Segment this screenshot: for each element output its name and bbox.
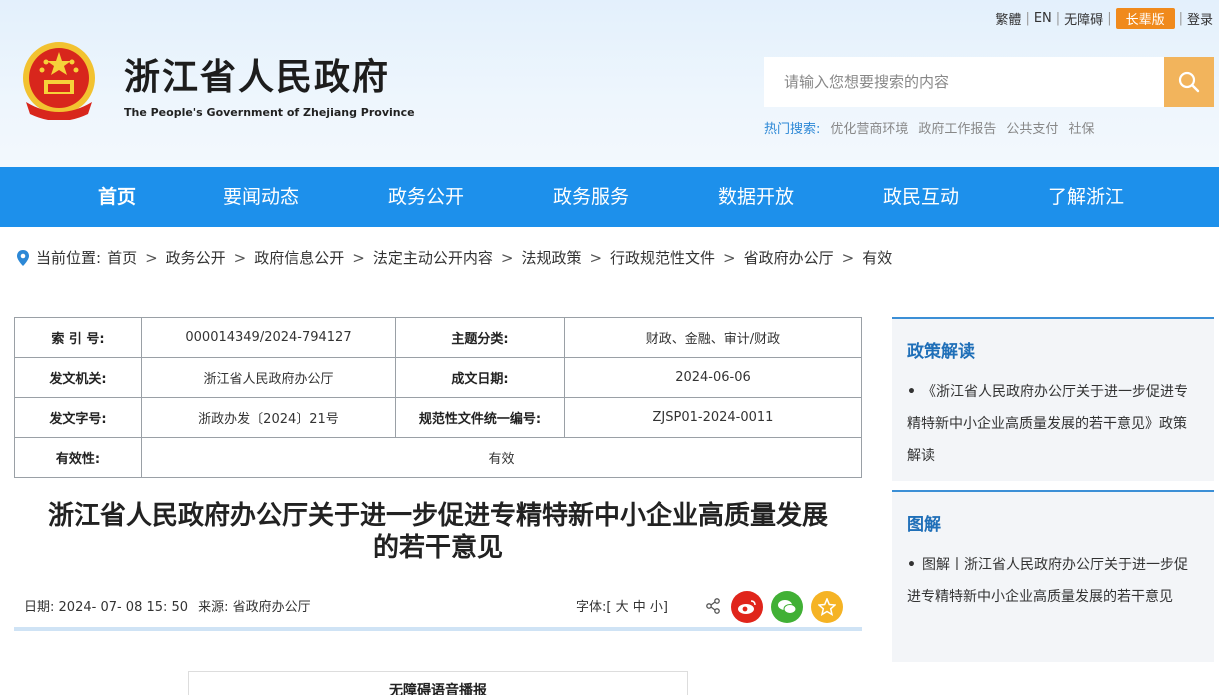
- star-icon: [818, 598, 836, 616]
- nav-item-interaction[interactable]: 政民互动: [883, 167, 959, 227]
- accessibility-link[interactable]: 无障碍: [1064, 9, 1103, 28]
- top-links: 繁體 | EN | 无障碍 | 长辈版 | 登录: [995, 8, 1213, 29]
- docno-value: 浙政办发〔2024〕21号: [141, 397, 396, 438]
- table-row: 有效性: 有效: [14, 437, 862, 478]
- audio-player[interactable]: 无障碍语音播报: [188, 671, 688, 695]
- index-value: 000014349/2024-794127: [141, 317, 396, 358]
- nav-item-home[interactable]: 首页: [98, 167, 136, 227]
- article-divider: [14, 627, 862, 631]
- panel-title: 图解: [907, 515, 941, 535]
- graphic-panel: 图解 • 图解丨浙江省人民政府办公厅关于进一步促进专精特新中小企业高质量发展的若干…: [892, 490, 1214, 662]
- nav-item-about[interactable]: 了解浙江: [1048, 167, 1124, 227]
- hot-search-item[interactable]: 公共支付: [1006, 118, 1058, 137]
- issuer-label: 发文机关:: [14, 357, 142, 398]
- login-link[interactable]: 登录: [1187, 9, 1213, 28]
- policy-interpretation-panel: 政策解读 • 《浙江省人民政府办公厅关于进一步促进专精特新中小企业高质量发展的若干…: [892, 317, 1214, 481]
- source-label: 来源:: [198, 600, 229, 615]
- code-label: 规范性文件统一编号:: [395, 397, 565, 438]
- share-icon[interactable]: [705, 598, 721, 614]
- article-info: 日期: 2024- 07- 08 15: 50 来源: 省政府办公厅: [24, 596, 311, 615]
- article-title-line: 的若干意见: [372, 533, 503, 563]
- date-label: 日期:: [24, 600, 55, 615]
- site-header: 繁體 | EN | 无障碍 | 长辈版 | 登录 浙江省人民政府 The People'…: [0, 0, 1219, 167]
- validity-label: 有效性:: [14, 437, 142, 478]
- table-row: 发文字号: 浙政办发〔2024〕21号 规范性文件统一编号: ZJSP01-20…: [14, 397, 862, 438]
- breadcrumb-item[interactable]: 政务公开: [166, 247, 226, 268]
- docno-label: 发文字号:: [14, 397, 142, 438]
- national-emblem-icon: [23, 42, 95, 120]
- traditional-link[interactable]: 繁體: [995, 9, 1021, 28]
- wechat-share-button[interactable]: [771, 591, 803, 623]
- breadcrumb-item[interactable]: 行政规范性文件: [610, 247, 715, 268]
- breadcrumb-item[interactable]: 政府信息公开: [254, 247, 344, 268]
- source-value: 省政府办公厅: [232, 600, 311, 615]
- favorite-button[interactable]: [811, 591, 843, 623]
- font-size-control[interactable]: 字体:[ 大 中 小]: [576, 596, 668, 615]
- issuer-value: 浙江省人民政府办公厅: [141, 357, 396, 398]
- site-subtitle: The People's Government of Zhejiang Prov…: [124, 106, 415, 119]
- article-title: 浙江省人民政府办公厅关于进一步促进专精特新中小企业高质量发展 的若干意见: [14, 500, 862, 564]
- code-value: ZJSP01-2024-0011: [564, 397, 862, 438]
- list-item[interactable]: • 《浙江省人民政府办公厅关于进一步促进专精特新中小企业高质量发展的若干意见》政策…: [892, 362, 1214, 472]
- policy-link[interactable]: 《浙江省人民政府办公厅关于进一步促进专精特新中小企业高质量发展的若干意见》政策解…: [907, 384, 1188, 464]
- search-button[interactable]: [1164, 57, 1214, 107]
- hot-search-item[interactable]: 社保: [1068, 118, 1094, 137]
- table-row: 索 引 号: 000014349/2024-794127 主题分类: 财政、金融…: [14, 317, 862, 358]
- breadcrumb-item[interactable]: 首页: [107, 247, 137, 268]
- table-row: 发文机关: 浙江省人民政府办公厅 成文日期: 2024-06-06: [14, 357, 862, 398]
- graphic-link[interactable]: 图解丨浙江省人民政府办公厅关于进一步促进专精特新中小企业高质量发展的若干意见: [907, 557, 1188, 605]
- breadcrumb-item[interactable]: 法定主动公开内容: [373, 247, 493, 268]
- hot-search-label: 热门搜索:: [764, 122, 821, 137]
- location-pin-icon: [16, 249, 30, 266]
- index-label: 索 引 号:: [14, 317, 142, 358]
- breadcrumb-item[interactable]: 省政府办公厅: [744, 247, 834, 268]
- breadcrumb-item[interactable]: 法规政策: [521, 247, 581, 268]
- site-title[interactable]: 浙江省人民政府: [124, 48, 390, 100]
- weibo-share-button[interactable]: [731, 591, 763, 623]
- main-nav: 首页 要闻动态 政务公开 政务服务 数据开放 政民互动 了解浙江: [0, 167, 1219, 227]
- search-icon: [1178, 71, 1200, 93]
- search-input[interactable]: [764, 57, 1164, 107]
- search-box: [764, 57, 1214, 107]
- breadcrumb-label: 当前位置:: [36, 249, 102, 267]
- breadcrumb-item[interactable]: 有效: [862, 247, 892, 268]
- list-item[interactable]: • 图解丨浙江省人民政府办公厅关于进一步促进专精特新中小企业高质量发展的若干意见: [892, 535, 1214, 613]
- nav-item-public-affairs[interactable]: 政务公开: [388, 167, 464, 227]
- english-link[interactable]: EN: [1034, 11, 1052, 26]
- article-title-line: 浙江省人民政府办公厅关于进一步促进专精特新中小企业高质量发展: [47, 501, 828, 531]
- hot-search: 热门搜索: 优化营商环境 政府工作报告 公共支付 社保: [764, 118, 1094, 137]
- weibo-icon: [738, 600, 756, 614]
- document-meta-table: 索 引 号: 000014349/2024-794127 主题分类: 财政、金融…: [14, 317, 862, 478]
- elder-version-button[interactable]: 长辈版: [1115, 8, 1175, 29]
- validity-value: 有效: [141, 437, 862, 478]
- date-value: 2024-06-06: [564, 357, 862, 398]
- breadcrumb: 当前位置: 首页 > 政务公开 > 政府信息公开 > 法定主动公开内容 > 法规政策 > …: [16, 247, 892, 268]
- publish-date: 2024- 07- 08 15: 50: [58, 600, 189, 615]
- topic-value: 财政、金融、审计/财政: [564, 317, 862, 358]
- nav-item-open-data[interactable]: 数据开放: [718, 167, 794, 227]
- nav-item-services[interactable]: 政务服务: [553, 167, 629, 227]
- wechat-icon: [778, 600, 797, 614]
- nav-item-news[interactable]: 要闻动态: [223, 167, 299, 227]
- panel-title: 政策解读: [907, 342, 975, 362]
- date-label: 成文日期:: [395, 357, 565, 398]
- hot-search-item[interactable]: 政府工作报告: [918, 118, 996, 137]
- hot-search-item[interactable]: 优化营商环境: [830, 118, 908, 137]
- topic-label: 主题分类:: [395, 317, 565, 358]
